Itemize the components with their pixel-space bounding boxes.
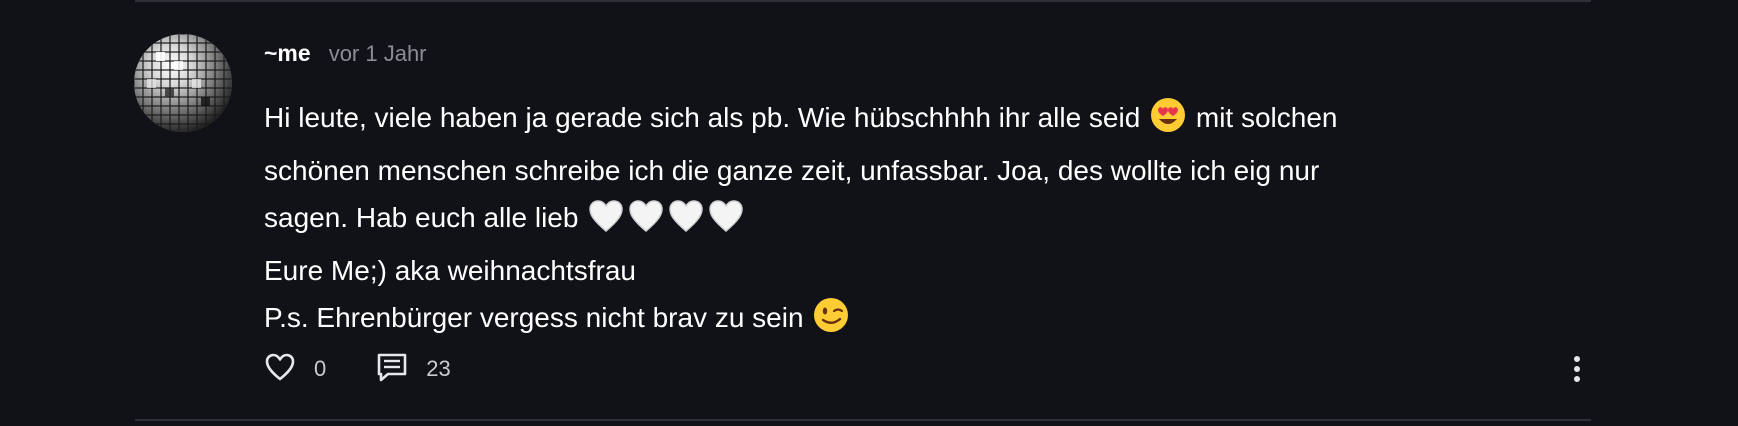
like-count: 0 (314, 356, 327, 381)
timestamp: vor 1 Jahr (328, 41, 427, 66)
white-heart-emoji-icon (628, 199, 664, 247)
comment-body: Hi leute, viele haben ja gerade sich als… (264, 94, 1544, 347)
comment-actions: 0 23 (264, 352, 451, 386)
winking-face-emoji-icon (813, 297, 849, 347)
reply-count: 23 (426, 356, 451, 381)
top-divider (135, 0, 1591, 2)
comment-line-5: P.s. Ehrenbürger vergess nicht brav zu s… (264, 294, 1544, 347)
bottom-divider (135, 419, 1591, 421)
heart-eyes-emoji-icon (1150, 97, 1186, 147)
disco-ball-icon (134, 34, 232, 132)
comment-meta: ~me vor 1 Jahr (264, 40, 427, 72)
comment-text: Hi leute, viele haben ja gerade sich als… (264, 102, 1141, 133)
white-heart-emoji-icon (708, 199, 744, 247)
more-options-button[interactable] (1562, 354, 1592, 388)
comment-line-1: Hi leute, viele haben ja gerade sich als… (264, 94, 1544, 147)
reply-button[interactable]: 23 (376, 352, 451, 387)
vertical-dots-icon (1573, 355, 1581, 388)
comment-text: sagen. Hab euch alle lieb (264, 202, 579, 233)
avatar[interactable] (134, 34, 232, 132)
white-heart-emoji-icon (668, 199, 704, 247)
comment-text: schönen menschen schreibe ich die ganze … (264, 155, 1320, 186)
comment-text-tail: mit solchen (1195, 102, 1338, 133)
comment-line-3: sagen. Hab euch alle lieb (264, 194, 1544, 247)
comment-text: Eure Me;) aka weihnachtsfrau (264, 255, 636, 286)
comment-line-4: Eure Me;) aka weihnachtsfrau (264, 247, 1544, 294)
comment-line-2: schönen menschen schreibe ich die ganze … (264, 147, 1544, 194)
author-name[interactable]: ~me (264, 40, 311, 67)
white-heart-emoji-icon (588, 199, 624, 247)
comment-text: P.s. Ehrenbürger vergess nicht brav zu s… (264, 302, 804, 333)
like-button[interactable]: 0 (264, 352, 326, 387)
comment-icon (376, 352, 408, 387)
heart-outline-icon (264, 352, 296, 387)
